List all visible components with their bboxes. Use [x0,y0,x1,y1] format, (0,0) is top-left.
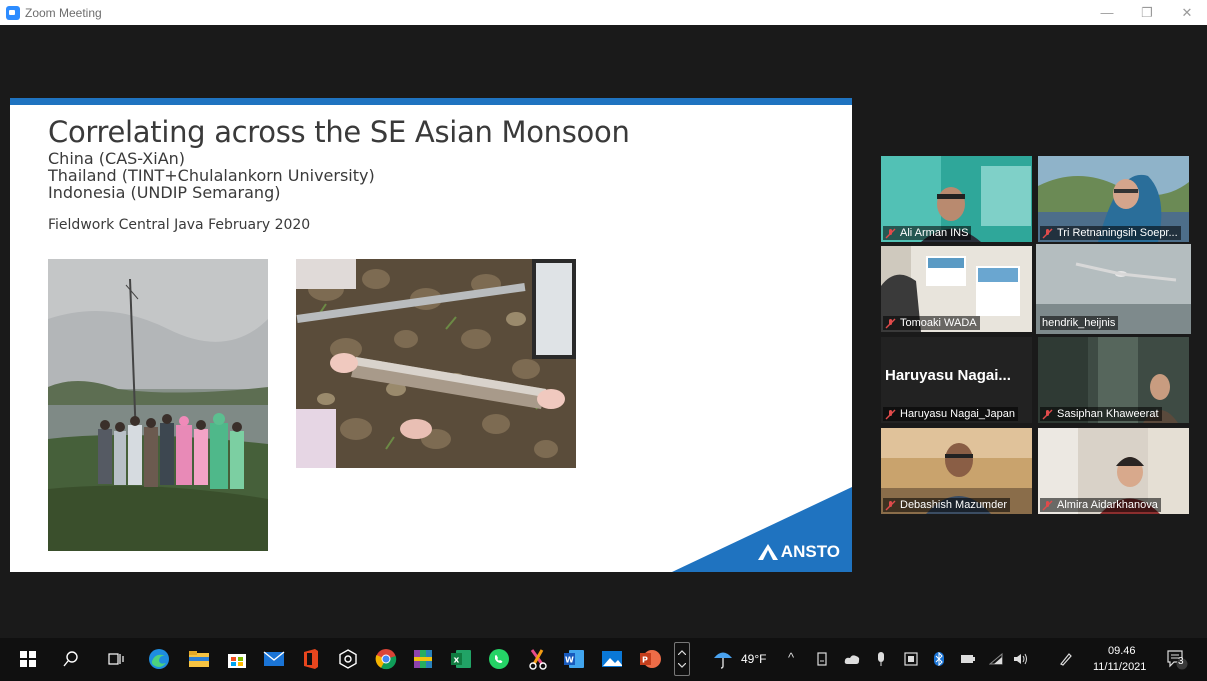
zoom-app-icon [6,5,20,20]
settings-icon[interactable] [336,647,360,671]
mic-muted-icon [885,500,896,511]
fieldwork-group-photo [48,259,268,551]
whatsapp-icon[interactable] [487,647,511,671]
participant-name: hendrik_heijnis [1042,317,1116,329]
mic-muted-icon [1042,500,1053,511]
photos-icon[interactable] [600,647,624,671]
pen-icon[interactable] [1057,647,1075,671]
close-button[interactable]: ✕ [1167,0,1207,25]
slide-line-indonesia: Indonesia (UNDIP Semarang) [48,183,281,202]
participant-tile[interactable]: Ali Arman INS [881,156,1032,242]
battery-icon[interactable] [960,647,976,671]
mic-muted-icon [885,228,896,239]
slide-title: Correlating across the SE Asian Monsoon [48,115,630,149]
participant-name: Almira Aidarkhanova [1057,499,1158,511]
ansto-triangle-icon [757,544,778,560]
mic-muted-icon [1042,228,1053,239]
svg-text:W: W [565,656,574,665]
slide-subtitle: Fieldwork Central Java February 2020 [48,217,311,233]
onedrive-cloud-icon[interactable] [843,647,861,671]
microsoft-store-icon[interactable] [225,647,249,671]
weather-temperature[interactable]: 49°F [741,652,766,666]
slide-accent-bar [10,98,852,105]
ansto-logo: ANSTO [757,542,840,562]
window-title: Zoom Meeting [25,5,102,20]
notification-center-icon[interactable]: 3 [1165,647,1189,671]
umbrella-weather-icon[interactable] [711,647,735,671]
participant-tile-active-speaker[interactable]: hendrik_heijnis [1036,244,1191,334]
participant-name: Ali Arman INS [900,227,969,239]
slide-line-china: China (CAS-XiAn) [48,149,186,168]
participant-name: Debashish Mazumder [900,499,1007,511]
chevron-down-icon [678,663,686,668]
volume-icon[interactable] [1012,647,1030,671]
window-controls: — ❐ ✕ [1087,0,1207,25]
participant-display-name: Haruyasu Nagai... [885,367,1011,384]
clock-date[interactable]: 11/11/2021 [1093,661,1146,673]
ansto-logo-text: ANSTO [780,542,840,561]
snipping-tool-icon[interactable] [526,647,550,671]
windows-taskbar: x W P 49°F ^ 09.46 11/11/2021 3 [0,638,1207,681]
device-icon[interactable] [815,647,829,671]
windows-start-icon[interactable] [16,647,40,671]
svg-text:P: P [642,656,648,665]
clock-time[interactable]: 09.46 [1108,645,1136,657]
file-explorer-icon[interactable] [187,647,211,671]
participant-tile[interactable]: Tri Retnaningsih Soepr... [1038,156,1189,242]
chevron-up-icon [678,650,686,655]
excel-icon[interactable]: x [449,647,473,671]
participant-tile[interactable]: Debashish Mazumder [881,428,1032,514]
mic-muted-icon [885,409,896,420]
task-view-icon[interactable] [104,647,128,671]
edge-browser-icon[interactable] [147,647,171,671]
participant-tile[interactable]: Haruyasu Nagai... Haruyasu Nagai_Japan [881,337,1032,423]
display-icon[interactable] [902,647,920,671]
participant-name: Haruyasu Nagai_Japan [900,408,1015,420]
minimize-button[interactable]: — [1087,0,1127,25]
bluetooth-icon[interactable] [932,647,946,671]
winrar-icon[interactable] [411,647,435,671]
search-icon[interactable] [59,647,83,671]
participant-tile[interactable]: Sasiphan Khaweerat [1038,337,1189,423]
slide-line-thailand: Thailand (TINT+Chulalankorn University) [48,166,375,185]
notification-count-badge: 3 [1178,656,1184,667]
window-titlebar: Zoom Meeting — ❐ ✕ [0,0,1207,25]
taskbar-scroll-chevrons[interactable] [674,642,690,676]
word-icon[interactable]: W [562,647,586,671]
microphone-icon[interactable] [874,647,888,671]
svg-text:x: x [454,656,460,666]
wifi-icon[interactable] [987,647,1005,671]
maximize-button[interactable]: ❐ [1127,0,1167,25]
sediment-core-photo [296,259,576,468]
powerpoint-icon[interactable]: P [638,647,662,671]
participant-name: Tomoaki WADA [900,317,977,329]
participant-tile[interactable]: Tomoaki WADA [881,246,1032,332]
shared-screen-slide: Correlating across the SE Asian Monsoon … [10,98,852,572]
mic-muted-icon [885,318,896,329]
participant-name: Tri Retnaningsih Soepr... [1057,227,1178,239]
mail-icon[interactable] [262,647,286,671]
participant-tile[interactable]: Almira Aidarkhanova [1038,428,1189,514]
show-hidden-icons-chevron-icon[interactable]: ^ [788,650,794,665]
participant-name: Sasiphan Khaweerat [1057,408,1159,420]
meeting-area: Correlating across the SE Asian Monsoon … [0,25,1207,638]
mic-muted-icon [1042,409,1053,420]
chrome-icon[interactable] [374,647,398,671]
office-icon[interactable] [299,647,323,671]
